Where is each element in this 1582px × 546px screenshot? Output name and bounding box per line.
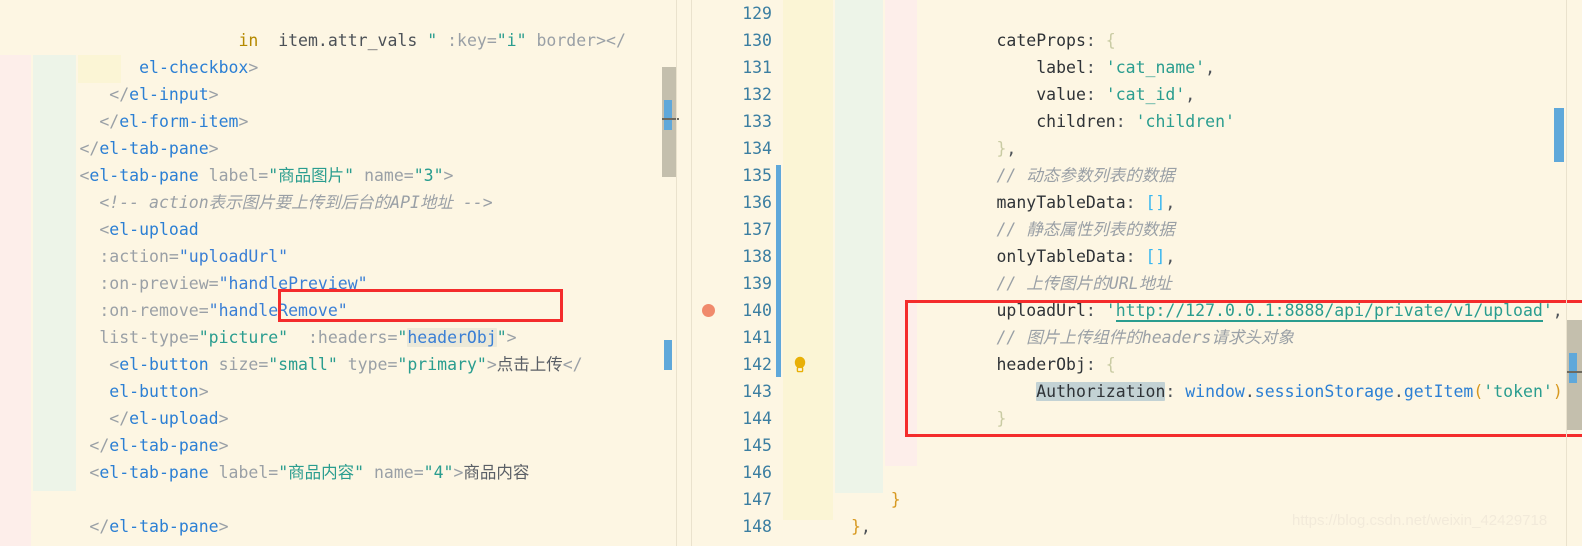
- code-line[interactable]: el-button>: [0, 351, 676, 401]
- code-line[interactable]: <el-button size="small" type="primary">点…: [0, 324, 676, 374]
- code-line[interactable]: },: [692, 486, 1582, 536]
- code-line[interactable]: <el-tab-pane label="商品图片" name="3">: [0, 135, 676, 185]
- code-line[interactable]: :on-preview="handlePreview": [0, 243, 676, 293]
- code-line[interactable]: <!-- action表示图片要上传到后台的API地址 -->: [0, 162, 676, 212]
- code-line[interactable]: [0, 459, 676, 486]
- code-line[interactable]: el-checkbox>: [0, 27, 676, 77]
- code-line[interactable]: }: [692, 459, 1582, 509]
- left-editor-scrollbar[interactable]: [662, 0, 679, 546]
- code-line[interactable]: </el-tab-pane>: [0, 486, 676, 536]
- watermark-text: https://blog.csdn.net/weixin_42429718: [1292, 512, 1548, 529]
- code-line[interactable]: <el-upload: [0, 189, 676, 239]
- scrollbar-marker: [664, 100, 672, 130]
- annotation-box-headers-attribute: [278, 289, 563, 322]
- annotation-box-header-object: [905, 300, 1582, 437]
- code-line[interactable]: in item.attr_vals " :key="i" border></: [0, 0, 676, 50]
- code-line[interactable]: </el-input>: [0, 54, 676, 104]
- scrollbar-marker: [1554, 108, 1564, 162]
- right-code-closing-braces: } },: [692, 0, 1582, 546]
- scrollbar-marker: [664, 340, 672, 370]
- scrollbar-caret-line: [1567, 371, 1582, 373]
- left-code-lines: in item.attr_vals " :key="i" border></ e…: [0, 0, 676, 546]
- code-line[interactable]: </el-tab-pane>: [0, 108, 676, 158]
- pane-divider: [1566, 0, 1567, 546]
- pane-divider: [676, 0, 677, 546]
- screenshot-root: in item.attr_vals " :key="i" border></ e…: [0, 0, 1582, 546]
- right-editor-scrollbar[interactable]: [1567, 0, 1582, 546]
- code-line[interactable]: </el-form-item>: [0, 81, 676, 131]
- code-line[interactable]: <el-tab-pane label="商品内容" name="4">商品内容: [0, 432, 676, 482]
- left-code-editor-pane[interactable]: in item.attr_vals " :key="i" border></ e…: [0, 0, 676, 546]
- right-code-editor-pane[interactable]: 129 130 131 132 133 134 135 136 137 138 …: [692, 0, 1582, 546]
- scrollbar-marker: [1569, 353, 1577, 383]
- code-line[interactable]: /el-tabs>: [0, 513, 676, 546]
- code-line[interactable]: </el-upload>: [0, 378, 676, 428]
- code-line[interactable]: </el-tab-pane>: [0, 405, 676, 455]
- code-line[interactable]: :action="uploadUrl": [0, 216, 676, 266]
